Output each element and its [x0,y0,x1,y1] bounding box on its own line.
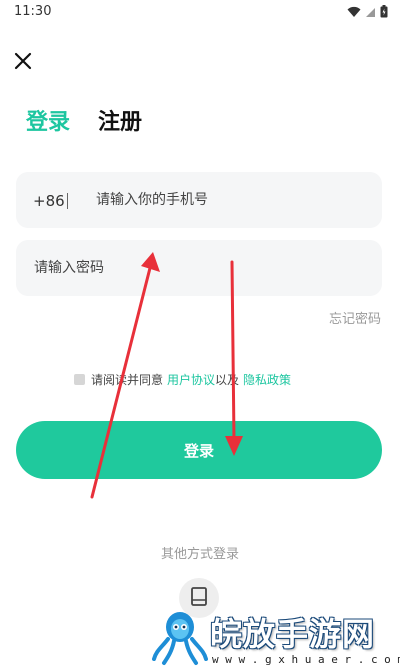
country-code[interactable]: +86 [33,192,65,210]
wifi-icon [347,6,361,17]
close-icon [14,52,32,70]
phone-field[interactable]: +86 [16,172,382,228]
password-field[interactable] [16,240,382,296]
status-icons [347,5,388,18]
other-login-title: 其他方式登录 [160,547,239,562]
country-code-divider [67,193,68,209]
auth-tabs: 登录 注册 [26,104,142,136]
agreement-connector: 以及 [215,373,240,387]
tab-register[interactable]: 注册 [98,104,142,136]
close-button[interactable] [10,49,36,75]
annotation-arrows [90,252,243,499]
agreement-checkbox[interactable] [74,374,85,385]
octopus-logo [152,612,208,665]
agreement-prefix: 请阅读并同意 [91,373,164,387]
signal-icon [366,7,375,17]
user-agreement-link[interactable]: 用户协议 [167,371,215,388]
phone-input[interactable] [96,189,366,211]
status-bar: 11:30 [0,0,400,24]
watermark-url: w w w . g x h u a e r . c o m [212,653,400,666]
tab-login[interactable]: 登录 [26,104,70,136]
login-button[interactable]: 登录 [16,421,382,479]
password-input[interactable] [34,257,364,279]
watermark: 皖放手游网 w w w . g x h u a e r . c o m [150,605,400,671]
watermark-title: 皖放手游网 [210,615,376,653]
agreement-row: 请阅读并同意 用户协议 以及 隐私政策 [74,371,291,388]
privacy-policy-link[interactable]: 隐私政策 [243,371,291,388]
forgot-password-link[interactable]: 忘记密码 [329,308,381,327]
battery-icon [380,5,388,18]
status-time: 11:30 [14,4,52,19]
